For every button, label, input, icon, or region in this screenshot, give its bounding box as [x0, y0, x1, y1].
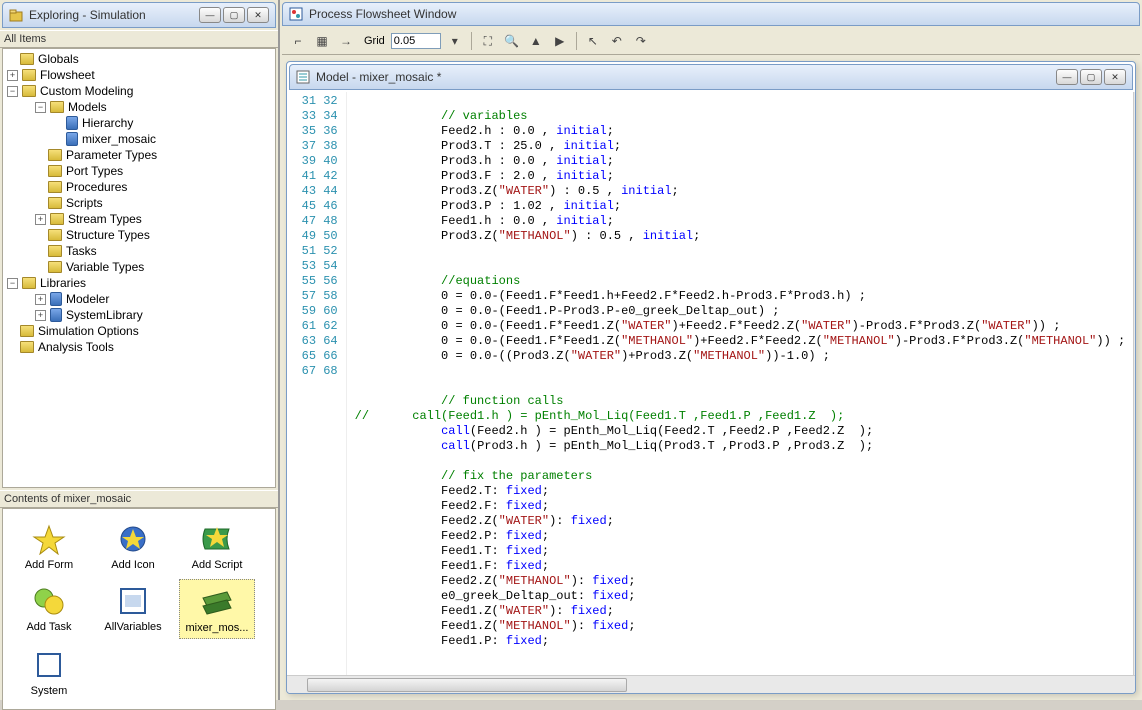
grid-label: Grid	[364, 35, 385, 47]
tree-analysis-tools[interactable]: Analysis Tools	[5, 339, 275, 355]
explorer-pane: Exploring - Simulation — ▢ ✕ All Items G…	[0, 0, 280, 700]
folder-icon	[48, 165, 62, 177]
add-task-icon	[29, 583, 69, 619]
toolbar-separator	[576, 32, 577, 50]
library-icon	[50, 308, 62, 322]
dropdown-icon[interactable]: ▾	[445, 31, 465, 51]
item-all-variables[interactable]: AllVariables	[95, 579, 171, 639]
tree-parameter-types[interactable]: Parameter Types	[33, 147, 275, 163]
code-content[interactable]: // variables Feed2.h : 0.0 , initial; Pr…	[347, 92, 1134, 675]
tree-flowsheet[interactable]: Flowsheet	[5, 67, 275, 83]
item-mixer-mosaic[interactable]: mixer_mos...	[179, 579, 255, 639]
tree-mixer-mosaic[interactable]: mixer_mosaic	[51, 131, 275, 147]
model-icon	[66, 116, 78, 130]
tree-tasks[interactable]: Tasks	[33, 243, 275, 259]
minimize-button[interactable]: —	[199, 7, 221, 23]
system-icon	[29, 647, 69, 683]
scrollbar-thumb[interactable]	[307, 678, 627, 692]
folder-icon	[22, 277, 36, 289]
folder-icon	[22, 85, 36, 97]
mixer-mosaic-icon	[197, 584, 237, 620]
redo-icon[interactable]: ↷	[631, 31, 651, 51]
folder-icon	[20, 325, 34, 337]
minimize-button[interactable]: —	[1056, 69, 1078, 85]
tree-hierarchy[interactable]: Hierarchy	[51, 115, 275, 131]
explorer-title: Exploring - Simulation	[29, 8, 193, 22]
all-items-header: All Items	[0, 30, 278, 48]
code-editor[interactable]: 31 32 33 34 35 36 37 38 39 40 41 42 43 4…	[287, 92, 1135, 675]
folder-icon	[48, 261, 62, 273]
model-editor-window: Model - mixer_mosaic * — ▢ ✕ 31 32 33 34…	[286, 61, 1136, 694]
item-add-script[interactable]: Add Script	[179, 517, 255, 575]
add-icon-icon	[113, 521, 153, 557]
folder-icon	[22, 69, 36, 81]
tree-custom-modeling[interactable]: Custom Modeling	[5, 83, 275, 99]
folder-icon	[48, 229, 62, 241]
zoom-fit-icon[interactable]: ⛶	[478, 31, 498, 51]
tool-corner-icon[interactable]: ⌐	[288, 31, 308, 51]
tree-stream-types[interactable]: Stream Types	[33, 211, 275, 227]
folder-icon	[48, 149, 62, 161]
contents-header: Contents of mixer_mosaic	[0, 490, 278, 508]
all-variables-icon	[113, 583, 153, 619]
item-system[interactable]: System	[11, 643, 87, 701]
item-add-icon[interactable]: Add Icon	[95, 517, 171, 575]
grid-size-combo[interactable]	[391, 33, 441, 49]
tree-variable-types[interactable]: Variable Types	[33, 259, 275, 275]
folder-icon	[20, 53, 34, 65]
zoom-in-icon[interactable]: 🔍	[502, 31, 522, 51]
horizontal-scrollbar[interactable]	[287, 675, 1135, 693]
tree-globals[interactable]: Globals	[5, 51, 275, 67]
flowsheet-pane: Process Flowsheet Window ⌐ ▦ → Grid ▾ ⛶ …	[280, 0, 1142, 700]
tree-structure-types[interactable]: Structure Types	[33, 227, 275, 243]
model-icon	[296, 70, 310, 84]
tree-libraries[interactable]: Libraries	[5, 275, 275, 291]
folder-icon	[50, 101, 64, 113]
folder-icon	[20, 341, 34, 353]
folder-icon	[48, 245, 62, 257]
add-script-icon	[197, 521, 237, 557]
folder-icon	[48, 197, 62, 209]
explorer-icon	[9, 8, 23, 22]
flip-v-icon[interactable]: ▶	[550, 31, 570, 51]
tree-modeler[interactable]: Modeler	[33, 291, 275, 307]
tree-scripts[interactable]: Scripts	[33, 195, 275, 211]
line-gutter: 31 32 33 34 35 36 37 38 39 40 41 42 43 4…	[287, 92, 347, 675]
tree-procedures[interactable]: Procedures	[33, 179, 275, 195]
flowsheet-title: Process Flowsheet Window	[309, 7, 1133, 21]
tree-models[interactable]: Models	[33, 99, 275, 115]
explorer-tree[interactable]: Globals Flowsheet Custom Modeling Models…	[2, 48, 276, 488]
folder-icon	[48, 181, 62, 193]
flip-h-icon[interactable]: ▲	[526, 31, 546, 51]
flowsheet-titlebar: Process Flowsheet Window	[282, 2, 1140, 26]
model-title: Model - mixer_mosaic *	[316, 70, 1050, 84]
model-titlebar: Model - mixer_mosaic * — ▢ ✕	[289, 64, 1133, 90]
maximize-button[interactable]: ▢	[1080, 69, 1102, 85]
library-icon	[50, 292, 62, 306]
maximize-button[interactable]: ▢	[223, 7, 245, 23]
vertical-scrollbar[interactable]	[1133, 92, 1135, 675]
model-icon	[66, 132, 78, 146]
contents-body: Add Form Add Icon Add Script Add Task Al…	[2, 508, 276, 710]
tree-simulation-options[interactable]: Simulation Options	[5, 323, 275, 339]
tool-grid-icon[interactable]: ▦	[312, 31, 332, 51]
explorer-titlebar: Exploring - Simulation — ▢ ✕	[2, 2, 276, 28]
toolbar-separator	[471, 32, 472, 50]
tree-port-types[interactable]: Port Types	[33, 163, 275, 179]
tree-system-library[interactable]: SystemLibrary	[33, 307, 275, 323]
close-button[interactable]: ✕	[247, 7, 269, 23]
add-form-icon	[29, 521, 69, 557]
tool-arrow-icon[interactable]: →	[336, 31, 356, 51]
contents-panel: Contents of mixer_mosaic Add Form Add Ic…	[0, 490, 278, 700]
flowsheet-icon	[289, 7, 303, 21]
item-add-form[interactable]: Add Form	[11, 517, 87, 575]
undo-icon[interactable]: ↶	[607, 31, 627, 51]
item-add-task[interactable]: Add Task	[11, 579, 87, 639]
pointer-icon[interactable]: ↖	[583, 31, 603, 51]
close-button[interactable]: ✕	[1104, 69, 1126, 85]
folder-icon	[50, 213, 64, 225]
flowsheet-toolbar: ⌐ ▦ → Grid ▾ ⛶ 🔍 ▲ ▶ ↖ ↶ ↷	[282, 28, 1140, 55]
